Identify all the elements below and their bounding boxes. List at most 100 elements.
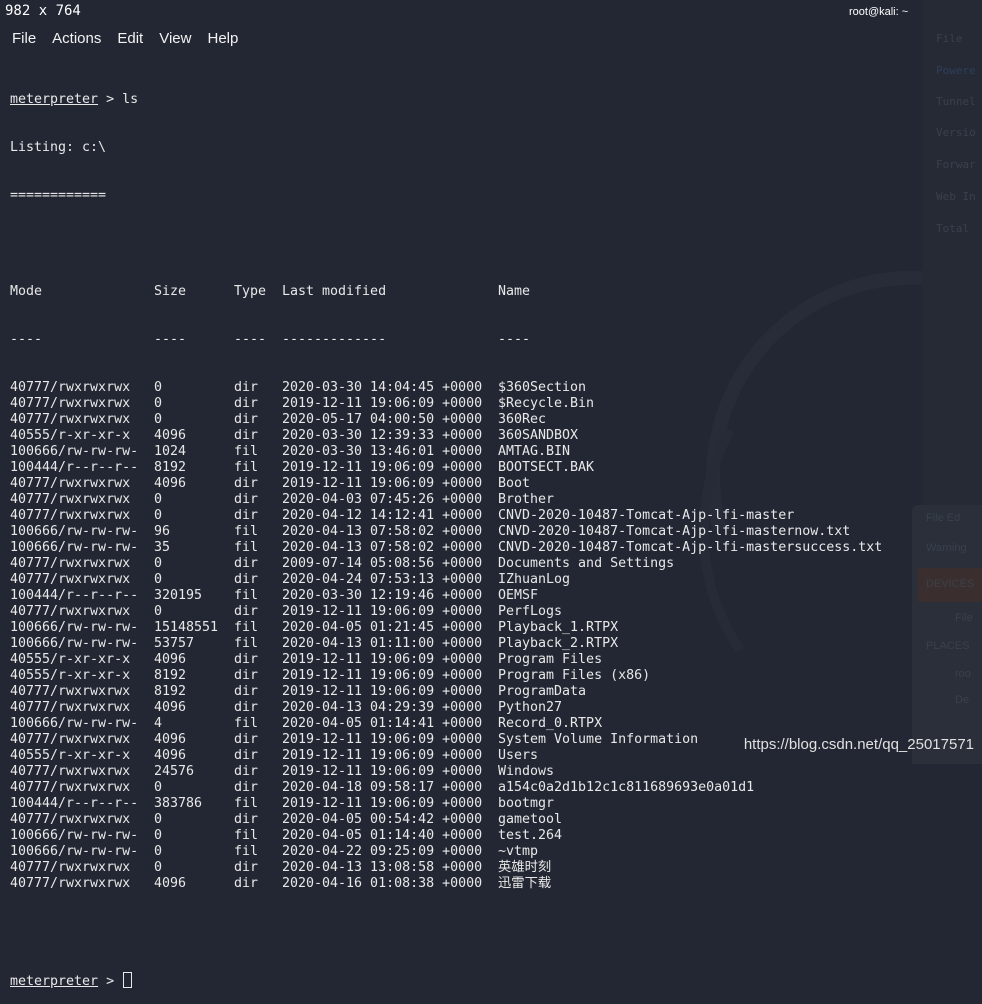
cell-mode: 100666/rw-rw-rw- — [10, 540, 139, 555]
cell-name: CNVD-2020-10487-Tomcat-Ajp-lfi-masternow… — [498, 524, 851, 539]
cell-type: dir — [234, 876, 259, 891]
cell-size: 24576 — [154, 764, 195, 779]
table-row: 40777/rwxrwxrwx 0 dir 2020-04-24 07:53:13 +… — [10, 572, 910, 588]
cell-mode: 40555/r-xr-xr-x — [10, 748, 131, 763]
cell-size: 4096 — [154, 652, 187, 667]
cell-mode: 100666/rw-rw-rw- — [10, 524, 139, 539]
cell-size: 4 — [154, 716, 163, 731]
cell-type: dir — [234, 476, 259, 491]
cell-size: 0 — [154, 860, 163, 875]
cell-name: bootmgr — [498, 796, 555, 811]
header-size: Size — [154, 284, 187, 299]
cell-name: Record_0.RTPX — [498, 716, 603, 731]
cell-name: $Recycle.Bin — [498, 396, 595, 411]
background-text: PLACES — [926, 640, 970, 652]
cell-mode: 40555/r-xr-xr-x — [10, 652, 131, 667]
cell-mode: 40777/rwxrwxrwx — [10, 396, 131, 411]
cell-size: 4096 — [154, 700, 187, 715]
cell-last-modified: 2019-12-11 19:06:09 +0000 — [282, 732, 483, 747]
cell-type: fil — [234, 444, 259, 459]
cell-last-modified: 2020-04-05 01:14:41 +0000 — [282, 716, 483, 731]
table-row: 100666/rw-rw-rw- 4 fil 2020-04-05 01:14:41 … — [10, 716, 910, 732]
background-text: Forwar — [936, 158, 976, 171]
cell-size: 0 — [154, 780, 163, 795]
background-text: DEVICES — [926, 578, 975, 590]
cell-name: ProgramData — [498, 684, 587, 699]
cell-type: dir — [234, 812, 259, 827]
cell-mode: 100444/r--r--r-- — [10, 796, 139, 811]
cell-name: Python27 — [498, 700, 563, 715]
cell-type: fil — [234, 524, 259, 539]
cell-last-modified: 2019-12-11 19:06:09 +0000 — [282, 764, 483, 779]
cell-last-modified: 2020-03-30 13:46:01 +0000 — [282, 444, 483, 459]
cell-type: dir — [234, 396, 259, 411]
cell-type: fil — [234, 460, 259, 475]
cell-size: 8192 — [154, 668, 187, 683]
cell-mode: 100666/rw-rw-rw- — [10, 716, 139, 731]
table-row: 40555/r-xr-xr-x 4096 dir 2020-03-30 12:39:3… — [10, 428, 910, 444]
cell-name: Program Files — [498, 652, 603, 667]
background-text: De — [955, 694, 970, 706]
terminal-output[interactable]: meterpreter > ls Listing: c:\ ==========… — [10, 60, 910, 1004]
cell-size: 0 — [154, 604, 163, 619]
cell-type: dir — [234, 780, 259, 795]
cell-last-modified: 2020-03-30 12:19:46 +0000 — [282, 588, 483, 603]
cell-size: 8192 — [154, 684, 187, 699]
cell-name: ~vtmp — [498, 844, 539, 859]
cell-size: 4096 — [154, 732, 187, 747]
cell-type: dir — [234, 860, 259, 875]
cell-type: fil — [234, 636, 259, 651]
table-row: 100666/rw-rw-rw- 96 fil 2020-04-13 07:58:02… — [10, 524, 910, 540]
table-row: 40777/rwxrwxrwx 0 dir 2020-03-30 14:04:45 +… — [10, 380, 910, 396]
active-prompt-line[interactable]: meterpreter > — [10, 972, 910, 989]
header-mode: Mode — [10, 284, 43, 299]
cell-mode: 100444/r--r--r-- — [10, 588, 139, 603]
cell-name: BOOTSECT.BAK — [498, 460, 595, 475]
cell-last-modified: 2020-03-30 12:39:33 +0000 — [282, 428, 483, 443]
menu-edit[interactable]: Edit — [117, 30, 143, 47]
table-row: 100444/r--r--r-- 320195 fil 2020-03-30 12:1… — [10, 588, 910, 604]
cell-last-modified: 2020-04-05 01:14:40 +0000 — [282, 828, 483, 843]
cell-mode: 40777/rwxrwxrwx — [10, 860, 131, 875]
cell-type: fil — [234, 796, 259, 811]
column-rules: ---- ---- ---- ------------- ---- — [10, 332, 910, 348]
cell-last-modified: 2020-04-12 14:12:41 +0000 — [282, 508, 483, 523]
table-row: 40777/rwxrwxrwx 24576 dir 2019-12-11 19:06:… — [10, 764, 910, 780]
menu-actions[interactable]: Actions — [52, 30, 101, 47]
cell-size: 0 — [154, 812, 163, 827]
cell-name: 360SANDBOX — [498, 428, 579, 443]
table-row: 40777/rwxrwxrwx 0 dir 2020-05-17 04:00:50 +… — [10, 412, 910, 428]
cell-type: dir — [234, 492, 259, 507]
menu-view[interactable]: View — [159, 30, 191, 47]
cell-name: gametool — [498, 812, 563, 827]
menu-bar: File Actions Edit View Help — [12, 30, 238, 47]
cell-name: IZhuanLog — [498, 572, 571, 587]
cell-name: Brother — [498, 492, 555, 507]
background-text: Versio — [936, 126, 976, 139]
cell-last-modified: 2019-12-11 19:06:09 +0000 — [282, 476, 483, 491]
menu-file[interactable]: File — [12, 30, 36, 47]
cell-name: 英雄时刻 — [498, 860, 552, 875]
cell-size: 383786 — [154, 796, 203, 811]
cell-name: 360Rec — [498, 412, 547, 427]
rule: ---- — [498, 332, 531, 347]
cell-type: dir — [234, 428, 259, 443]
screenshot-dimensions: 982 x 764 — [5, 3, 81, 19]
cell-name: $360Section — [498, 380, 587, 395]
cell-type: dir — [234, 700, 259, 715]
cell-mode: 100666/rw-rw-rw- — [10, 444, 139, 459]
header-type: Type — [234, 284, 267, 299]
cell-mode: 40777/rwxrwxrwx — [10, 476, 131, 491]
cell-size: 0 — [154, 508, 163, 523]
table-row: 40777/rwxrwxrwx 4096 dir 2020-04-16 01:08:3… — [10, 876, 910, 892]
listing-rule: ============ — [10, 188, 107, 203]
cell-name: Playback_1.RTPX — [498, 620, 619, 635]
cell-size: 0 — [154, 844, 163, 859]
command-line: meterpreter > ls — [10, 92, 910, 108]
cell-type: fil — [234, 828, 259, 843]
cell-size: 4096 — [154, 476, 187, 491]
menu-help[interactable]: Help — [207, 30, 238, 47]
watermark: https://blog.csdn.net/qq_25017571 — [743, 736, 974, 753]
cell-last-modified: 2020-04-24 07:53:13 +0000 — [282, 572, 483, 587]
cell-last-modified: 2020-04-22 09:25:09 +0000 — [282, 844, 483, 859]
